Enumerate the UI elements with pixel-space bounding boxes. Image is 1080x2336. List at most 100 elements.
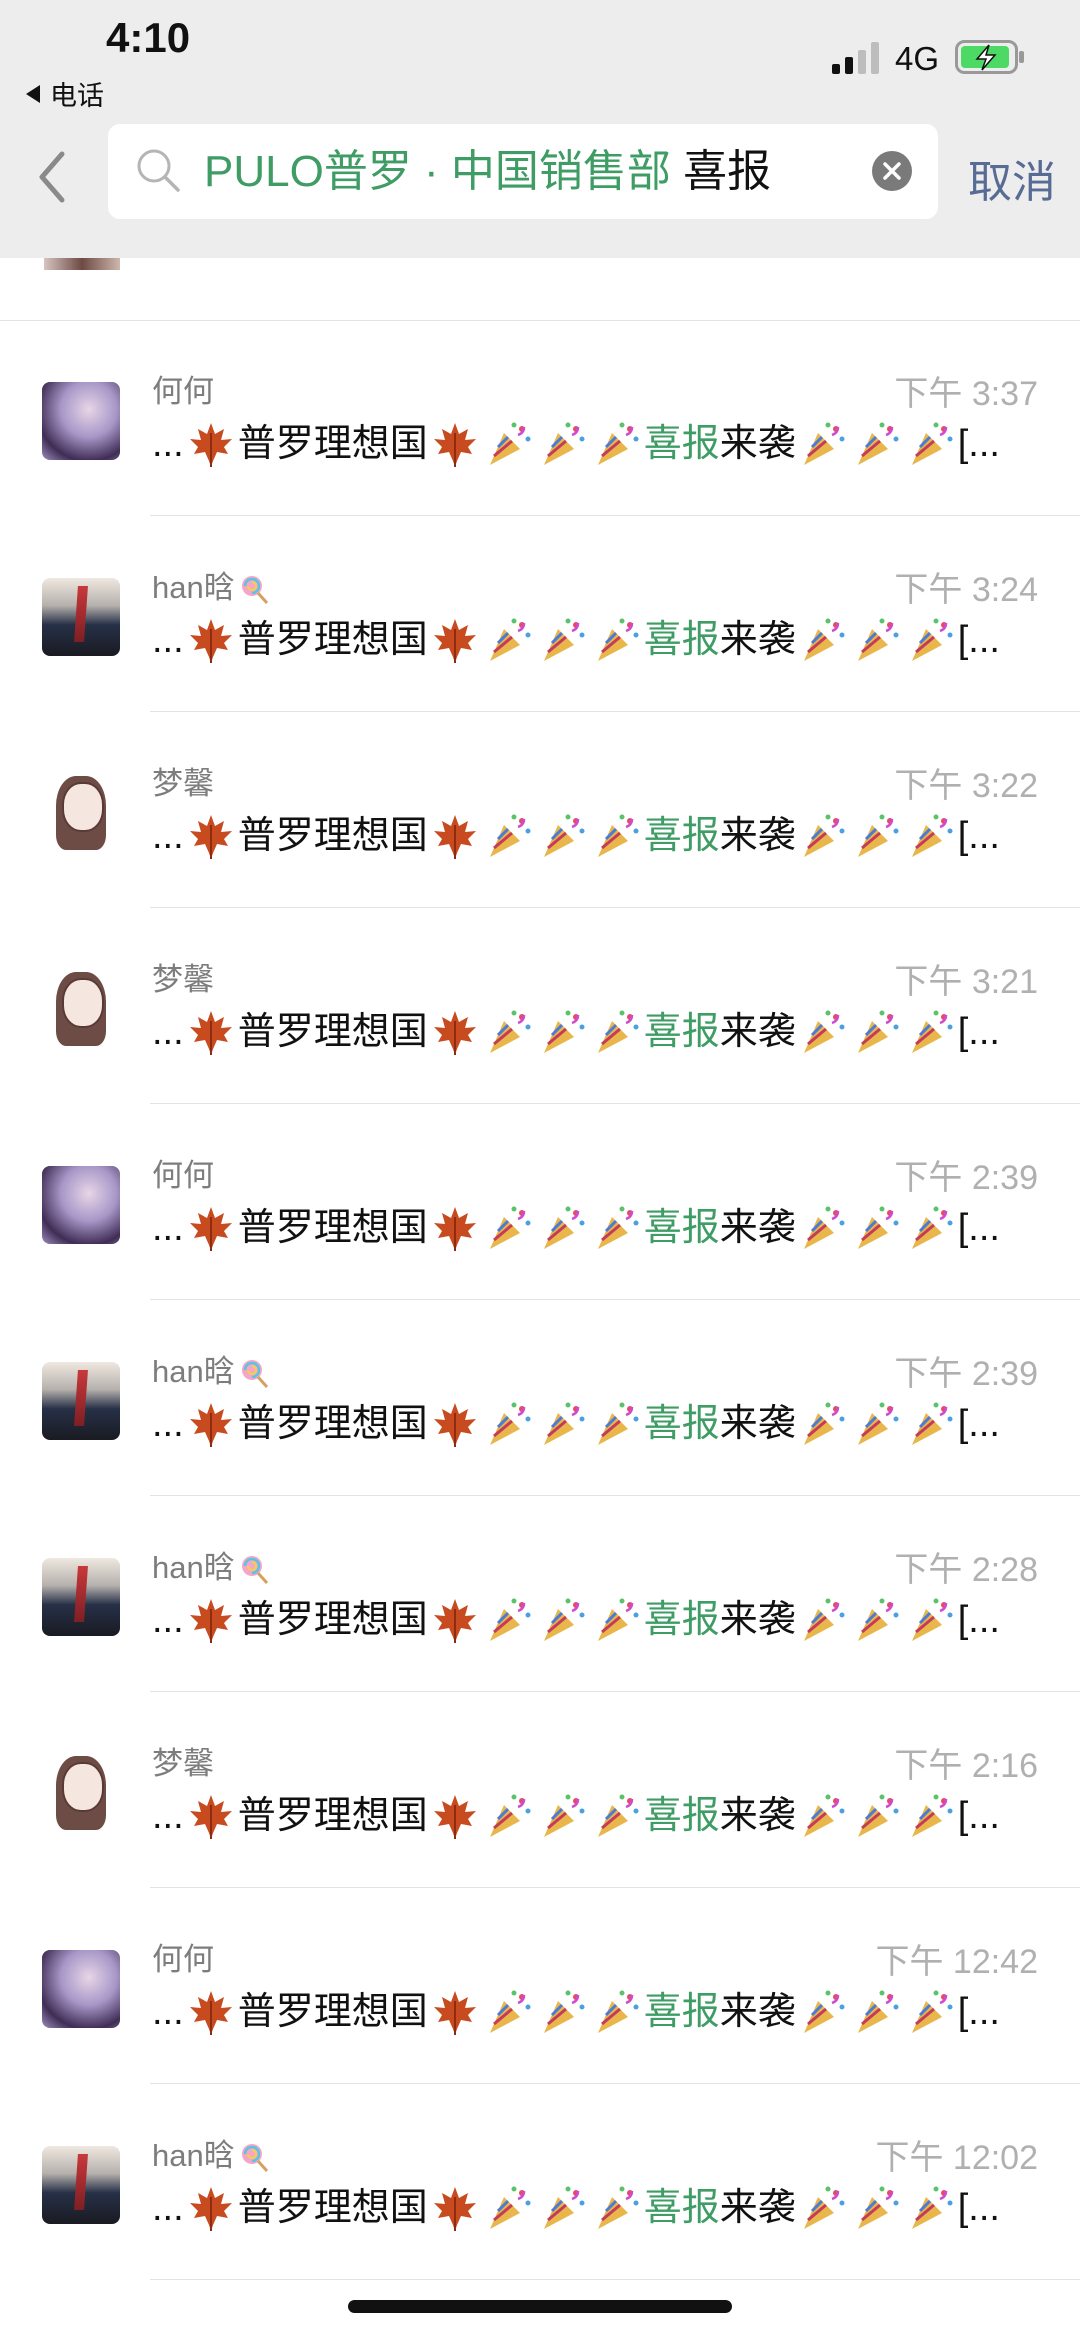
party-popper-icon [536,1791,590,1841]
sender-name-text: han晗 [152,570,235,605]
cancel-button[interactable]: 取消 [968,146,1056,210]
message-keyword: 喜报 [643,1991,720,2033]
message-keyword: 喜报 [643,1403,720,1445]
party-popper-icon [850,615,904,665]
list-item[interactable]: han晗 下午 12:02... 普罗理想国 喜报 来袭 [... [0,2084,1080,2280]
party-popper-icon [904,1791,958,1841]
party-popper-icon [850,1987,904,2037]
party-popper-icon [536,419,590,469]
message-prefix: ... [152,1991,184,2033]
list-item[interactable]: han晗 下午 3:24... 普罗理想国 喜报 来袭 [... [0,516,1080,712]
message-after-keyword: 来袭 [719,423,796,465]
maple-leaf-icon [184,1791,238,1841]
lollipop-icon [239,1554,269,1592]
message-time: 下午 2:16 [894,1747,1038,1785]
party-popper-icon [796,419,850,469]
message-title: 普罗理想国 [237,619,428,661]
party-popper-icon [536,615,590,665]
sender-name: 何何 [152,366,214,411]
search-query-keyword: PULO普罗 · 中国销售部 [204,147,671,196]
message-time: 下午 12:42 [875,1943,1038,1981]
sender-name: 梦馨 [152,954,214,999]
avatar [44,258,120,270]
message-suffix: [... [957,423,1000,465]
back-to-app-button[interactable]: 电话 [26,74,104,113]
party-popper-icon [904,1399,958,1449]
party-popper-icon [796,1399,850,1449]
top-bar: 4:10 电话 4G PULO普罗 · 中国销售部 喜报 取消 [0,0,1080,258]
message-keyword: 喜报 [643,1599,720,1641]
party-popper-icon [590,419,644,469]
sender-name-text: 何何 [152,374,214,409]
avatar [42,578,120,656]
party-popper-icon [796,1791,850,1841]
avatar [42,970,120,1048]
sender-name: 何何 [152,1150,214,1195]
sender-name-text: 何何 [152,1158,214,1193]
party-popper-icon [536,1007,590,1057]
party-popper-icon [904,1203,958,1253]
party-popper-icon [536,1203,590,1253]
message-prefix: ... [152,423,184,465]
party-popper-icon [590,1007,644,1057]
list-item[interactable]: 何何 下午 12:42... 普罗理想国 喜报 来袭 [... [0,1888,1080,2084]
message-prefix: ... [152,1207,184,1249]
avatar [42,382,120,460]
message-keyword: 喜报 [643,815,720,857]
list-item[interactable]: han晗 下午 2:28... 普罗理想国 喜报 来袭 [... [0,1496,1080,1692]
search-query: PULO普罗 · 中国销售部 喜报 [204,146,771,198]
maple-leaf-icon [184,1595,238,1645]
party-popper-icon [590,1203,644,1253]
back-chevron-icon[interactable] [34,150,68,204]
search-input[interactable]: PULO普罗 · 中国销售部 喜报 [108,124,938,219]
party-popper-icon [590,1987,644,2037]
sender-name: han晗 [152,2130,269,2180]
avatar [42,2146,120,2224]
sender-name-text: 梦馨 [152,1746,214,1781]
list-item[interactable]: 梦馨 下午 3:22... 普罗理想国 喜报 来袭 [... [0,712,1080,908]
party-popper-icon [850,2183,904,2233]
search-icon [137,149,180,192]
party-popper-icon [590,615,644,665]
message-time: 下午 3:37 [894,375,1038,413]
message-after-keyword: 来袭 [719,1403,796,1445]
sender-name-text: 何何 [152,1942,214,1977]
message-title: 普罗理想国 [237,1599,428,1641]
message-after-keyword: 来袭 [719,1011,796,1053]
maple-leaf-icon [428,1791,482,1841]
message-after-keyword: 来袭 [719,815,796,857]
network-type: 4G [895,40,940,77]
maple-leaf-icon [184,419,238,469]
list-item[interactable]: 梦馨 下午 3:21... 普罗理想国 喜报 来袭 [... [0,908,1080,1104]
party-popper-icon [850,811,904,861]
message-time: 下午 3:21 [894,963,1038,1001]
party-popper-icon [482,1595,536,1645]
party-popper-icon [482,419,536,469]
message-prefix: ... [152,815,184,857]
maple-leaf-icon [428,1203,482,1253]
message-keyword: 喜报 [643,1795,720,1837]
status-time: 4:10 [106,14,191,61]
avatar [42,1950,120,2028]
message-title: 普罗理想国 [237,1207,428,1249]
sender-name-text: han晗 [152,2138,235,2173]
list-item[interactable]: han晗 下午 2:39... 普罗理想国 喜报 来袭 [... [0,1300,1080,1496]
message-preview: ... 普罗理想国 喜报 来袭 [... [152,418,1042,470]
message-preview: ... 普罗理想国 喜报 来袭 [... [152,1594,1042,1646]
party-popper-icon [904,615,958,665]
close-circle-icon[interactable] [872,151,912,191]
avatar [42,1362,120,1440]
list-item[interactable]: 何何 下午 3:37 ... 普罗理想国 喜报 来袭 [... [0,320,1080,516]
message-prefix: ... [152,1599,184,1641]
maple-leaf-icon [184,1399,238,1449]
message-suffix: [... [957,1795,1000,1837]
list-item[interactable]: 梦馨 下午 2:16... 普罗理想国 喜报 来袭 [... [0,1692,1080,1888]
party-popper-icon [850,1007,904,1057]
battery-charging-icon [955,40,1024,74]
party-popper-icon [590,1399,644,1449]
list-item-partial[interactable] [0,258,1080,321]
party-popper-icon [536,1399,590,1449]
list-item[interactable]: 何何 下午 2:39... 普罗理想国 喜报 来袭 [... [0,1104,1080,1300]
party-popper-icon [482,1007,536,1057]
maple-leaf-icon [428,1007,482,1057]
